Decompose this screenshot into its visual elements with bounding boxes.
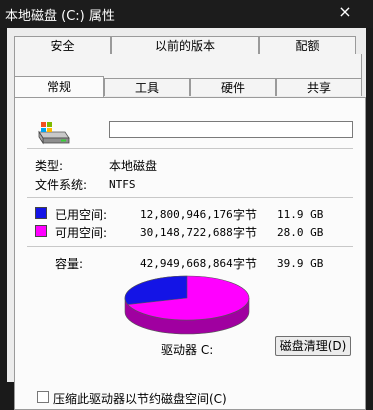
tab-security[interactable]: 安全: [14, 36, 111, 54]
drive-name-input[interactable]: [109, 121, 353, 138]
hard-drive-icon: [38, 122, 70, 145]
capacity-label: 容量:: [55, 257, 84, 271]
window-title: 本地磁盘 (C:) 属性: [5, 9, 115, 24]
type-value: 本地磁盘: [109, 159, 158, 173]
capacity-size: 39.9 GB: [277, 257, 324, 270]
tab-tools[interactable]: 工具: [104, 78, 190, 96]
tab-sharing[interactable]: 共享: [276, 78, 362, 96]
type-label: 类型:: [35, 159, 64, 173]
general-panel: 类型: 本地磁盘 文件系统: NTFS 已用空间: 12,800,946,176…: [14, 97, 366, 410]
capacity-unit: 字节: [233, 257, 258, 271]
divider: [27, 197, 353, 198]
filesystem-label: 文件系统:: [35, 178, 88, 192]
tab-row-backing: [14, 54, 362, 78]
divider: [27, 148, 353, 149]
filesystem-value: NTFS: [109, 178, 136, 191]
used-space-bytes: 12,800,946,176: [140, 208, 233, 221]
tab-general[interactable]: 常规: [14, 76, 104, 97]
divider: [27, 246, 353, 247]
free-space-size: 28.0 GB: [277, 226, 324, 239]
disk-usage-pie: [124, 275, 250, 335]
close-icon[interactable]: ×: [337, 2, 353, 22]
drive-label: 驱动器 C:: [161, 343, 214, 357]
tab-quota[interactable]: 配额: [259, 36, 356, 54]
free-space-label: 可用空间:: [55, 226, 108, 240]
free-space-swatch: [35, 225, 47, 237]
capacity-bytes: 42,949,668,864: [140, 257, 233, 270]
used-space-label: 已用空间:: [55, 208, 108, 222]
compress-checkbox[interactable]: [37, 391, 49, 403]
title-bar: 本地磁盘 (C:) 属性 ×: [0, 0, 373, 28]
properties-dialog: 安全 以前的版本 配额 常规 工具 硬件 共享 类型: 本地磁盘 文件系统: N…: [7, 28, 366, 410]
free-space-unit: 字节: [233, 226, 258, 240]
used-space-swatch: [35, 207, 47, 219]
free-space-bytes: 30,148,722,688: [140, 226, 233, 239]
disk-cleanup-button[interactable]: 磁盘清理(D): [275, 336, 351, 356]
compress-label[interactable]: 压缩此驱动器以节约磁盘空间(C): [53, 390, 227, 407]
tab-previous-versions[interactable]: 以前的版本: [111, 36, 259, 54]
tab-hardware[interactable]: 硬件: [190, 78, 276, 96]
used-space-size: 11.9 GB: [277, 208, 324, 221]
used-space-unit: 字节: [233, 208, 258, 222]
